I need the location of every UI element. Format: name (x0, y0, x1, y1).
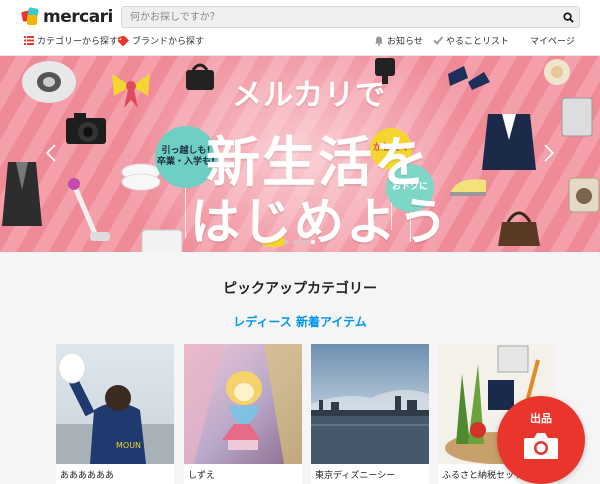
carousel-dot[interactable] (293, 240, 297, 244)
item-card[interactable]: MOUN ああああああ (56, 344, 174, 484)
logo[interactable]: mercari (21, 7, 113, 27)
banner-headline-3: はじめよう (190, 193, 450, 251)
camera-image (66, 113, 106, 144)
carousel-indicators (284, 240, 315, 244)
chevron-right-icon (544, 144, 555, 162)
item-caption: ああああああ (60, 471, 115, 481)
search-input[interactable] (122, 7, 557, 27)
sell-button[interactable]: 出品 (497, 396, 585, 484)
radio-image (568, 177, 600, 213)
svg-text:MOUN: MOUN (116, 441, 141, 450)
bag-image (186, 63, 214, 90)
tag-icon (118, 35, 129, 46)
item-image (311, 344, 429, 464)
shoes-image (448, 66, 490, 90)
todo-list-label: やることリスト (446, 37, 510, 47)
notifications-label: お知らせ (387, 37, 423, 47)
pickup-title: ピックアップカテゴリー (223, 281, 377, 297)
pickup-subtitle[interactable]: レディース 新着アイテム (0, 313, 600, 330)
item-caption: 東京ディズニーシー (315, 471, 396, 481)
category-link[interactable]: カテゴリーから探す (24, 34, 118, 47)
handbag-image (498, 211, 540, 246)
search-button[interactable] (557, 7, 579, 27)
carousel-dot[interactable] (311, 240, 315, 244)
item-caption: しずえ (188, 471, 215, 481)
sell-button-label: 出品 (530, 412, 552, 425)
balloon-string (185, 188, 186, 238)
blazer-image (482, 114, 536, 170)
list-icon (24, 36, 34, 45)
chevron-left-icon (45, 144, 56, 162)
todo-list-link[interactable]: やることリスト (433, 34, 509, 47)
item-card[interactable]: 東京ディズニーシー (311, 344, 429, 484)
logo-text: mercari (43, 7, 113, 27)
ribbon-image (112, 74, 150, 108)
robot-vacuum-image (22, 61, 76, 103)
carousel-dot[interactable] (284, 240, 288, 244)
banner-headline-1: メルカリで (232, 78, 387, 113)
header: mercari カテゴリーから探す (0, 0, 600, 56)
mypage-label: マイページ (530, 37, 575, 47)
check-icon (433, 36, 443, 45)
sub-navigation: カテゴリーから探す ブランドから探す お知らせ やることリスト マイページ (0, 34, 600, 50)
toaster-image (141, 229, 183, 252)
mercari-logo-icon (21, 7, 40, 26)
item-image: MOUN (56, 344, 174, 464)
notifications-link[interactable]: お知らせ (374, 34, 423, 47)
carousel-next-button[interactable] (542, 144, 556, 164)
category-link-label: カテゴリーから探す (37, 37, 119, 47)
search-icon (562, 11, 574, 23)
search-bar (121, 6, 580, 28)
bell-icon (375, 36, 383, 46)
iron-image (450, 179, 486, 196)
camera-icon (524, 433, 558, 459)
jacket-image (2, 162, 42, 226)
tablet-image (561, 97, 593, 137)
brand-link[interactable]: ブランドから探す (118, 34, 204, 47)
carousel-dot[interactable] (302, 240, 306, 244)
item-image (184, 344, 302, 464)
hero-banner[interactable]: 引っ越しも! 卒業・入学も! かしこく おトクに メルカリで 新生活を はじめよ… (0, 56, 600, 252)
mypage-link[interactable]: マイページ (530, 34, 575, 47)
brand-link-label: ブランドから探す (132, 37, 205, 47)
flower-image (544, 59, 570, 85)
stick-vacuum-image (68, 178, 110, 241)
page: mercari カテゴリーから探す (0, 0, 600, 484)
item-card[interactable]: しずえ (184, 344, 302, 484)
carousel-prev-button[interactable] (44, 144, 58, 164)
